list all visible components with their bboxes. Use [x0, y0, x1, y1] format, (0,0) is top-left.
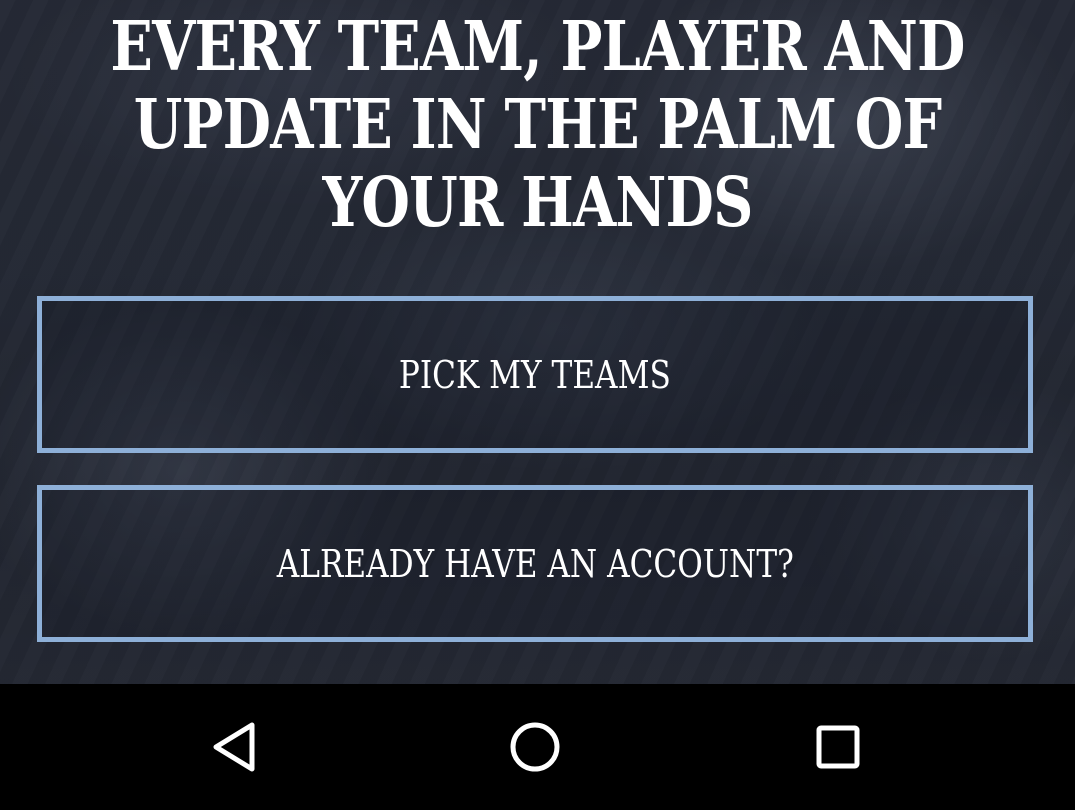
headline-line-1: EVERY TEAM, PLAYER AND [110, 7, 965, 87]
already-have-account-button[interactable]: ALREADY HAVE AN ACCOUNT? [37, 485, 1033, 642]
nav-back-button[interactable] [201, 715, 265, 779]
app-screen: EVERY TEAM, PLAYER AND UPDATE IN THE PAL… [0, 0, 1075, 810]
hero-background-photo: EVERY TEAM, PLAYER AND UPDATE IN THE PAL… [0, 0, 1075, 684]
back-triangle-icon [213, 722, 255, 772]
android-navigation-bar [0, 684, 1075, 810]
nav-home-button[interactable] [503, 715, 567, 779]
nav-recents-button[interactable] [806, 715, 870, 779]
headline: EVERY TEAM, PLAYER AND UPDATE IN THE PAL… [97, 8, 979, 242]
pick-my-teams-button[interactable]: PICK MY TEAMS [37, 296, 1033, 453]
home-circle-icon [510, 722, 560, 772]
headline-line-3: YOUR HANDS [322, 163, 753, 243]
pick-my-teams-label: PICK MY TEAMS [399, 352, 671, 397]
recents-square-icon [816, 725, 860, 769]
already-have-account-label: ALREADY HAVE AN ACCOUNT? [276, 541, 794, 586]
headline-line-2: UPDATE IN THE PALM OF [133, 85, 942, 165]
